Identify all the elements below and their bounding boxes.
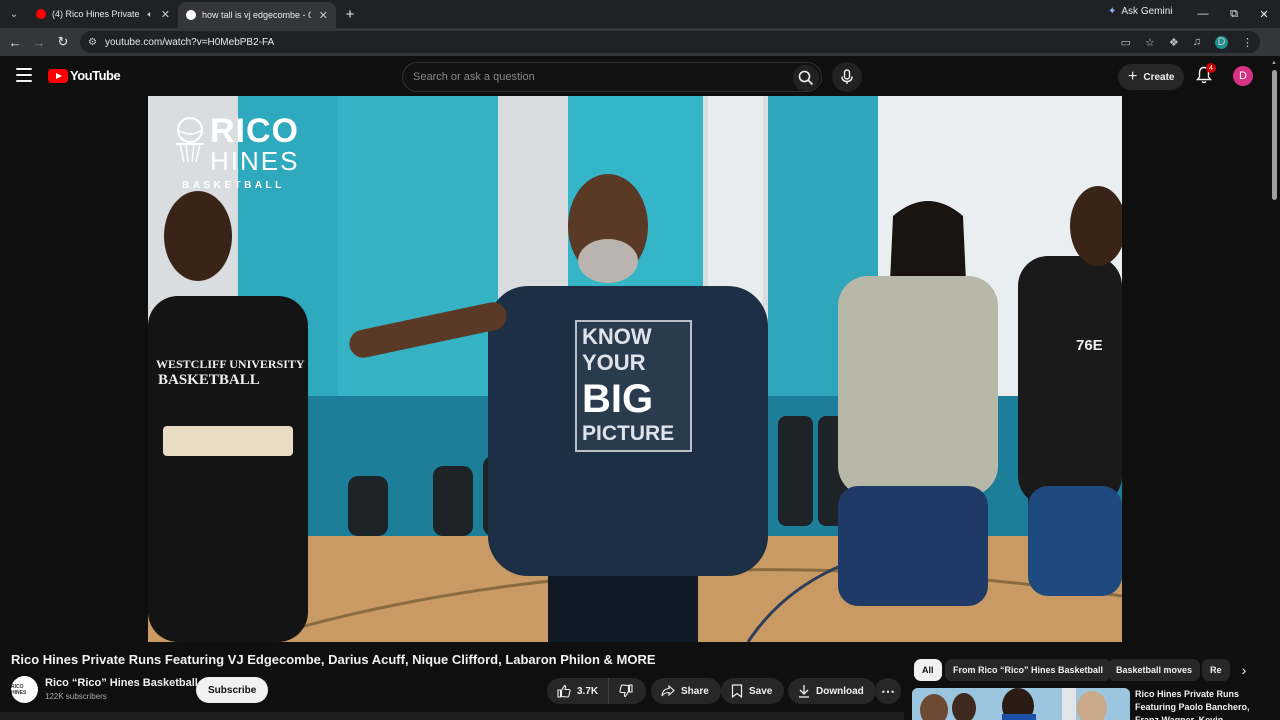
ask-gemini-label: Ask Gemini [1121,6,1173,17]
tab-title: how tall is vj edgecombe - Goo [202,10,311,20]
basketball-hoop-icon [176,117,204,163]
new-tab-button[interactable]: + [340,4,360,24]
extensions-icon[interactable]: ❖ [1169,36,1179,49]
save-label: Save [749,685,773,697]
back-button[interactable]: ← [3,30,27,54]
close-window-icon[interactable]: ✕ [1249,0,1279,28]
site-info-icon[interactable]: ⚙ [88,37,97,48]
forward-button[interactable]: → [27,30,51,54]
youtube-favicon-icon [36,9,46,19]
close-tab-icon[interactable]: ✕ [319,9,328,22]
browser-toolbar: ← → ↻ ⚙ youtube.com/watch?v=H0MebPB2-FA … [0,28,1280,56]
shirt-text-left-2: BASKETBALL [158,372,260,388]
voice-search-button[interactable] [832,62,862,92]
download-label: Download [816,685,864,697]
youtube-play-icon [48,68,68,83]
watermark-line3: BASKETBALL [182,180,285,191]
horizontal-scrollbar[interactable] [0,712,904,720]
ask-gemini-button[interactable]: ✦ Ask Gemini [1108,6,1173,17]
plus-icon: + [1128,68,1138,85]
chip-from-channel[interactable]: From Rico “Rico” Hines Basketball [945,659,1112,681]
like-count: 3.7K [577,685,599,697]
address-bar[interactable]: ⚙ youtube.com/watch?v=H0MebPB2-FA ▭ ☆ ❖ … [80,31,1260,53]
browser-tabstrip: ⌄ (4) Rico Hines Private Runs 🔈︎ ✕ how t… [0,0,1280,28]
save-button[interactable]: Save [721,678,785,704]
shirt-text-left-1: WESTCLIFF UNIVERSITY [156,357,305,371]
youtube-header: YouTube + Create 4 D [0,56,1280,96]
chip-basketball-moves[interactable]: Basketball moves [1108,659,1201,681]
youtube-logo-text: YouTube [70,68,121,83]
watermark-line2: HINES [210,146,300,176]
profile-icon[interactable]: D [1215,35,1228,49]
create-button[interactable]: + Create [1118,64,1185,90]
microphone-icon [841,69,853,84]
close-tab-icon[interactable]: ✕ [161,8,170,21]
bookmark-star-icon[interactable]: ☆ [1145,36,1155,49]
subscriber-count: 122K subscribers [45,692,107,701]
search-button[interactable] [793,65,819,91]
notifications-button[interactable]: 4 [1196,63,1216,86]
gemini-spark-icon: ✦ [1108,6,1117,17]
notification-count-badge: 4 [1206,63,1216,73]
create-label: Create [1143,71,1175,83]
channel-watermark: RICO HINES BASKETBALL [170,110,310,191]
dislike-button[interactable] [609,678,643,704]
scroll-up-arrow-icon[interactable]: ▲ [1271,60,1277,66]
download-button[interactable]: Download [788,678,876,704]
share-button[interactable]: Share [651,678,721,704]
reload-button[interactable]: ↻ [51,30,75,54]
bookmark-icon [731,684,743,698]
shirt-text-center-1: KNOW [582,324,652,349]
youtube-logo[interactable]: YouTube [48,68,121,83]
page-scrollbar[interactable]: ▲ [1270,60,1278,720]
channel-name[interactable]: Rico “Rico” Hines Basketball [45,677,198,689]
tab-google[interactable]: how tall is vj edgecombe - Goo ✕ [178,2,336,28]
tab-search-chevron-icon[interactable]: ⌄ [4,4,24,24]
menu-icon[interactable] [16,68,32,82]
tab-title: (4) Rico Hines Private Runs [52,9,141,19]
cast-icon[interactable]: ▭ [1121,36,1131,49]
search-box [402,62,822,92]
omnibox-actions: ▭ ☆ ❖ ♫ D ⋮ [1114,31,1260,53]
search-input[interactable] [413,71,773,83]
share-arrow-icon [661,685,675,697]
chips-next-chevron-icon[interactable]: › [1232,658,1256,682]
related-filter-chips: All From Rico “Rico” Hines Basketball Ba… [912,658,1258,682]
media-control-icon[interactable]: ♫ [1193,36,1201,48]
more-actions-button[interactable]: ⋯ [875,678,901,704]
minimize-icon[interactable]: — [1188,0,1218,28]
google-favicon-icon [186,10,196,20]
chip-related[interactable]: Re [1202,659,1230,681]
subscribe-button[interactable]: Subscribe [196,677,269,703]
scrollbar-thumb[interactable] [1272,70,1277,200]
chip-all[interactable]: All [914,659,942,681]
speaker-icon[interactable]: 🔈︎ [147,9,152,20]
restore-icon[interactable]: ⧉ [1219,0,1249,28]
shirt-text-center-4: PICTURE [582,422,674,445]
share-label: Share [681,685,709,697]
url-text[interactable]: youtube.com/watch?v=H0MebPB2-FA [105,37,274,48]
recommended-video-title[interactable]: Rico Hines Private Runs Featuring Paolo … [1135,688,1253,720]
thumbnail-image [912,688,1130,720]
thumbs-down-icon [619,684,633,698]
account-avatar[interactable]: D [1233,66,1253,86]
video-title: Rico Hines Private Runs Featuring VJ Edg… [11,652,656,667]
more-horizontal-icon: ⋯ [881,682,895,699]
browser-menu-icon[interactable]: ⋮ [1242,36,1253,49]
download-icon [799,685,809,698]
shirt-text-right: 76E [1076,337,1103,354]
search-icon [798,70,814,86]
thumbs-up-icon [557,684,571,698]
channel-avatar[interactable]: RICO HINES [11,676,38,703]
like-dislike-group: 3.7K [547,678,646,704]
tab-youtube[interactable]: (4) Rico Hines Private Runs 🔈︎ ✕ [28,0,178,28]
recommended-video-thumbnail[interactable] [912,688,1130,720]
video-player[interactable]: WESTCLIFF UNIVERSITY BASKETBALL KNOW YOU… [148,96,1122,642]
shirt-text-center-2: YOUR [582,350,646,375]
like-button[interactable]: 3.7K [547,678,610,704]
shirt-text-center-3: BIG [582,377,653,421]
